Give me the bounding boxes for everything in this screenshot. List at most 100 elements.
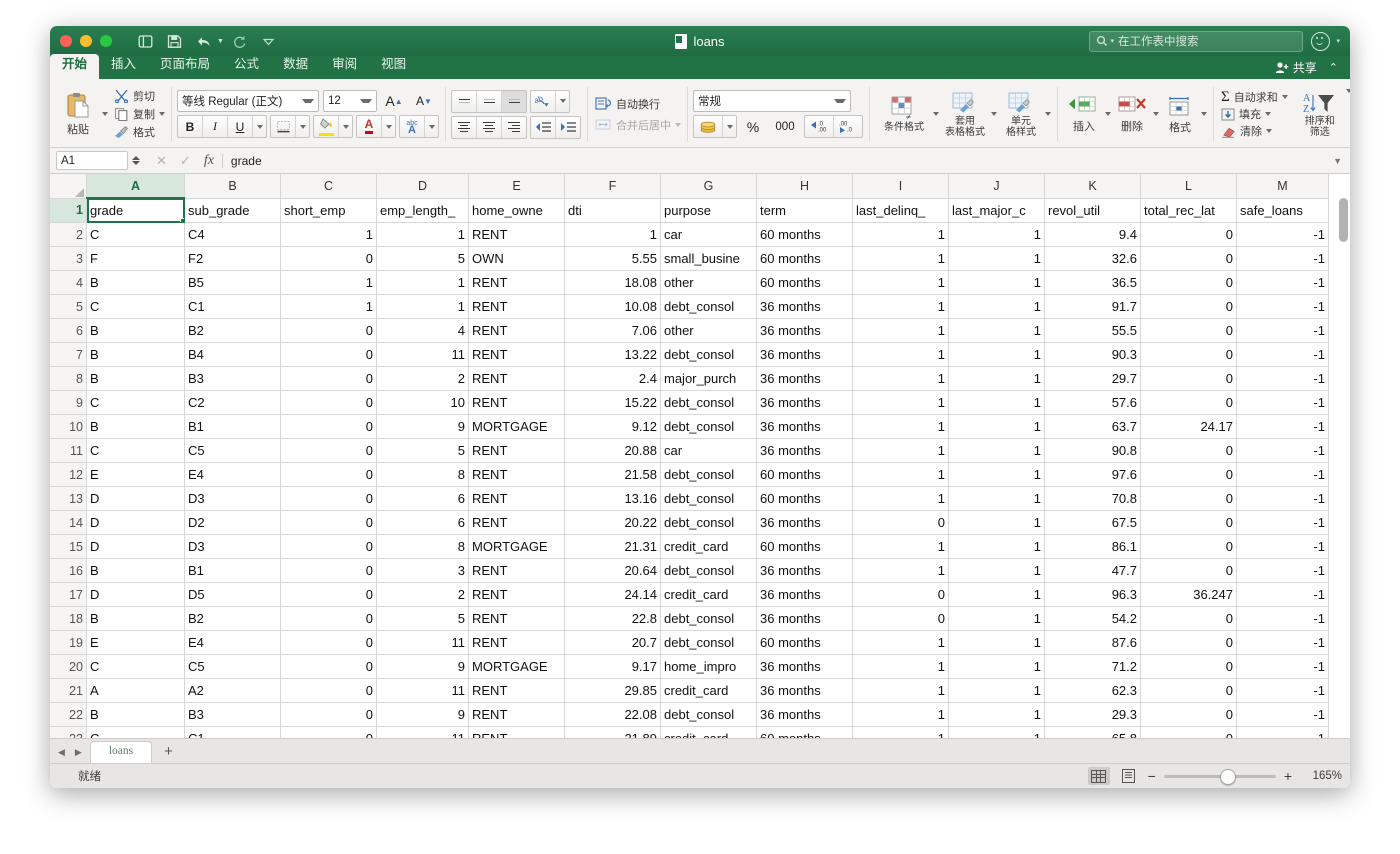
cell-B1[interactable]: sub_grade [185,198,281,223]
column-header-c[interactable]: C [281,174,377,198]
cell-J6[interactable]: 1 [949,319,1045,343]
maximize-window-icon[interactable] [100,35,112,47]
cell-B15[interactable]: D3 [185,535,281,559]
cell-I2[interactable]: 1 [853,223,949,247]
cell-G18[interactable]: debt_consol [661,607,757,631]
zoom-in-button[interactable]: + [1284,771,1292,781]
cell-F12[interactable]: 21.58 [565,463,661,487]
cell-J9[interactable]: 1 [949,391,1045,415]
cell-B16[interactable]: B1 [185,559,281,583]
cell-D5[interactable]: 1 [377,295,469,319]
percent-format-button[interactable]: % [740,116,766,137]
cell-I7[interactable]: 1 [853,343,949,367]
cell-M7[interactable]: -1 [1237,343,1329,367]
borders-button[interactable] [271,116,296,137]
cell-M14[interactable]: -1 [1237,511,1329,535]
cell-D23[interactable]: 11 [377,727,469,739]
cell-G2[interactable]: car [661,223,757,247]
cell-L10[interactable]: 24.17 [1141,415,1237,439]
cell-G19[interactable]: debt_consol [661,631,757,655]
align-center-button[interactable] [477,117,502,138]
cell-I17[interactable]: 0 [853,583,949,607]
ribbon-tab-insert[interactable]: 插入 [99,54,148,79]
cell-L6[interactable]: 0 [1141,319,1237,343]
ribbon-tab-page-layout[interactable]: 页面布局 [148,54,222,79]
cell-E16[interactable]: RENT [469,559,565,583]
cell-E11[interactable]: RENT [469,439,565,463]
cell-M11[interactable]: -1 [1237,439,1329,463]
cell-D2[interactable]: 1 [377,223,469,247]
cell-C6[interactable]: 0 [281,319,377,343]
row-header-20[interactable]: 20 [50,655,87,679]
cell-K10[interactable]: 63.7 [1045,415,1141,439]
cell-C3[interactable]: 0 [281,247,377,271]
add-sheet-button[interactable]: + [152,744,185,763]
column-header-m[interactable]: M [1237,174,1329,198]
row-header-18[interactable]: 18 [50,607,87,631]
row-header-10[interactable]: 10 [50,415,87,439]
cell-G12[interactable]: debt_consol [661,463,757,487]
align-middle-button[interactable] [477,91,502,112]
cell-G21[interactable]: credit_card [661,679,757,703]
cell-H23[interactable]: 60 months [757,727,853,739]
cell-H3[interactable]: 60 months [757,247,853,271]
cell-M1[interactable]: safe_loans [1237,198,1329,223]
cell-C15[interactable]: 0 [281,535,377,559]
cell-J17[interactable]: 1 [949,583,1045,607]
column-header-e[interactable]: E [469,174,565,198]
cell-J1[interactable]: last_major_c [949,198,1045,223]
feedback-dropdown-icon[interactable]: ▾ [1336,37,1340,45]
cell-J18[interactable]: 1 [949,607,1045,631]
cell-D22[interactable]: 9 [377,703,469,727]
cell-C18[interactable]: 0 [281,607,377,631]
cell-L20[interactable]: 0 [1141,655,1237,679]
cell-E7[interactable]: RENT [469,343,565,367]
cell-A17[interactable]: D [87,583,185,607]
cell-I14[interactable]: 0 [853,511,949,535]
row-header-6[interactable]: 6 [50,319,87,343]
cell-M13[interactable]: -1 [1237,487,1329,511]
underline-dropdown-icon[interactable] [253,116,266,137]
cell-J2[interactable]: 1 [949,223,1045,247]
cell-K3[interactable]: 32.6 [1045,247,1141,271]
cell-K11[interactable]: 90.8 [1045,439,1141,463]
row-header-8[interactable]: 8 [50,367,87,391]
fill-color-dropdown-icon[interactable] [339,116,352,137]
cell-B12[interactable]: E4 [185,463,281,487]
cell-C10[interactable]: 0 [281,415,377,439]
cell-D13[interactable]: 6 [377,487,469,511]
row-header-19[interactable]: 19 [50,631,87,655]
cell-G5[interactable]: debt_consol [661,295,757,319]
cell-A9[interactable]: C [87,391,185,415]
sidebar-toggle-icon[interactable] [132,30,158,52]
merge-center-button[interactable]: 合并后居中 [595,117,681,133]
cell-F11[interactable]: 20.88 [565,439,661,463]
confirm-entry-icon[interactable]: ✓ [180,153,191,169]
cell-J3[interactable]: 1 [949,247,1045,271]
text-orientation-button[interactable]: ab [531,91,556,112]
cell-L3[interactable]: 0 [1141,247,1237,271]
fill-color-button[interactable] [314,116,339,137]
cell-K22[interactable]: 29.3 [1045,703,1141,727]
column-header-h[interactable]: H [757,174,853,198]
cell-A8[interactable]: B [87,367,185,391]
cell-E1[interactable]: home_owne [469,198,565,223]
cell-A21[interactable]: A [87,679,185,703]
cell-G17[interactable]: credit_card [661,583,757,607]
cell-L21[interactable]: 0 [1141,679,1237,703]
customize-toolbar-icon[interactable] [256,30,282,52]
cell-M16[interactable]: -1 [1237,559,1329,583]
cell-L16[interactable]: 0 [1141,559,1237,583]
cell-L2[interactable]: 0 [1141,223,1237,247]
cell-J15[interactable]: 1 [949,535,1045,559]
font-size-select[interactable]: 12 [323,90,377,112]
zoom-slider-handle[interactable] [1220,769,1236,785]
cell-H18[interactable]: 36 months [757,607,853,631]
cell-C1[interactable]: short_emp [281,198,377,223]
zoom-level-label[interactable]: 165% [1300,770,1342,782]
cell-I19[interactable]: 1 [853,631,949,655]
cell-J12[interactable]: 1 [949,463,1045,487]
cell-I9[interactable]: 1 [853,391,949,415]
cell-F1[interactable]: dti [565,198,661,223]
cell-M22[interactable]: -1 [1237,703,1329,727]
